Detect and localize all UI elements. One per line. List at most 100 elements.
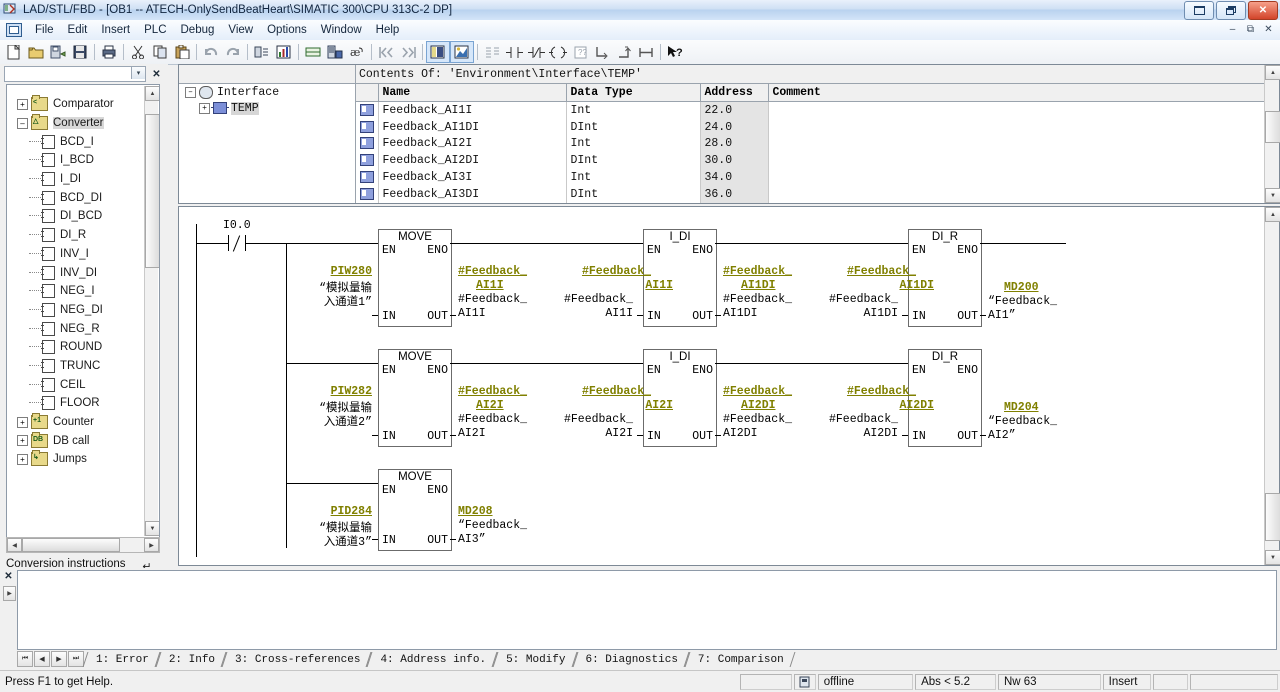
expand-icon[interactable]: + <box>17 417 28 428</box>
minimize-button[interactable] <box>1184 1 1214 20</box>
tab-comparison[interactable]: 7: Comparison <box>687 652 793 667</box>
declaration-cell-address[interactable]: 34.0 <box>700 169 768 186</box>
cut-icon[interactable] <box>127 42 149 62</box>
scroll-thumb[interactable] <box>1265 111 1280 143</box>
network-comment-icon[interactable] <box>481 42 503 62</box>
ladder-canvas[interactable]: I0.0 MOVEENENOINOUTPIW280“模拟量输入通道1”#Feed… <box>179 207 1265 565</box>
instruction-tree-item-neg-i[interactable]: NEG_I <box>7 282 145 301</box>
output-expand-button[interactable]: ▶ <box>3 586 16 601</box>
declaration-cell-name[interactable]: Feedback_AI3I <box>378 169 566 186</box>
ladder-block-move[interactable]: MOVEENENOINOUT <box>378 229 452 327</box>
instruction-tree-item-db-call[interactable]: +DBDB call <box>7 431 145 450</box>
contact-i00[interactable] <box>228 235 246 252</box>
save-icon[interactable] <box>69 42 91 62</box>
col-comment[interactable]: Comment <box>768 84 1265 102</box>
interface-tree[interactable]: – Interface + TEMP <box>179 65 356 203</box>
menu-item-plc[interactable]: PLC <box>137 22 173 38</box>
instruction-tree-item-i-bcd[interactable]: I_BCD <box>7 151 145 170</box>
ladder-block-idi[interactable]: I_DIENENOINOUT <box>643 349 717 447</box>
output-coil-icon[interactable] <box>547 42 569 62</box>
instruction-tree-item-neg-di[interactable]: NEG_DI <box>7 301 145 320</box>
ladder-vscrollbar[interactable]: ▲ ▼ <box>1264 207 1279 565</box>
interface-tree-row-interface[interactable]: – Interface <box>179 84 355 100</box>
declaration-vscrollbar[interactable]: ▲ ▼ <box>1264 65 1279 203</box>
scroll-up-icon[interactable]: ▲ <box>1265 207 1280 222</box>
instruction-tree-item-floor[interactable]: FLOOR <box>7 394 145 413</box>
declaration-row[interactable]: Feedback_AI2DIDInt30.0 <box>356 152 1265 169</box>
scroll-down-icon[interactable]: ▼ <box>1265 550 1280 565</box>
declaration-cell-comment[interactable] <box>768 119 1265 136</box>
scroll-down-icon[interactable]: ▼ <box>145 521 160 536</box>
undo-icon[interactable] <box>200 42 222 62</box>
instruction-tree-hscrollbar[interactable]: ◀ ▶ <box>6 537 160 553</box>
program-elements-combo[interactable]: ▾ <box>4 66 146 82</box>
declaration-cell-data-type[interactable]: Int <box>566 102 700 119</box>
tab-cross-references[interactable]: 3: Cross-references <box>224 652 369 667</box>
tab-error[interactable]: 1: Error <box>85 652 158 667</box>
declaration-cell-comment[interactable] <box>768 169 1265 186</box>
ladder-block-idi[interactable]: I_DIENENOINOUT <box>643 229 717 327</box>
hscroll-thumb[interactable] <box>22 538 120 552</box>
col-address[interactable]: Address <box>700 84 768 102</box>
redo-icon[interactable] <box>222 42 244 62</box>
instruction-tree-item-converter[interactable]: –△Converter <box>7 114 145 133</box>
col-data-type[interactable]: Data Type <box>566 84 700 102</box>
toggle-symbol-icon[interactable] <box>450 41 474 63</box>
monitor-variable-icon[interactable] <box>273 42 295 62</box>
program-elements-icon[interactable] <box>324 42 346 62</box>
copy-icon[interactable] <box>149 42 171 62</box>
insert-network-icon[interactable] <box>302 42 324 62</box>
instruction-tree-item-inv-i[interactable]: INV_I <box>7 245 145 264</box>
collapse-icon[interactable]: – <box>17 118 28 129</box>
output-content[interactable] <box>17 570 1277 650</box>
instruction-tree-item-bcd-i[interactable]: BCD_I <box>7 132 145 151</box>
tab-last-button[interactable]: ⏭ <box>68 651 84 667</box>
mdi-restore-button[interactable]: ⧉ <box>1243 22 1258 36</box>
scroll-thumb[interactable] <box>1265 493 1280 541</box>
menu-item-file[interactable]: File <box>28 22 61 38</box>
expand-icon[interactable]: + <box>17 99 28 110</box>
declaration-cell-address[interactable]: 24.0 <box>700 119 768 136</box>
instruction-tree-item-trunc[interactable]: TRUNC <box>7 357 145 376</box>
declaration-cell-comment[interactable] <box>768 152 1265 169</box>
tab-info[interactable]: 2: Info <box>158 652 224 667</box>
expand-icon[interactable]: + <box>199 103 210 114</box>
declaration-cell-address[interactable]: 22.0 <box>700 102 768 119</box>
declaration-cell-data-type[interactable]: DInt <box>566 186 700 203</box>
new-icon[interactable] <box>3 42 25 62</box>
instruction-tree-item-neg-r[interactable]: NEG_R <box>7 319 145 338</box>
normally-open-contact-icon[interactable] <box>503 42 525 62</box>
instruction-tree-item-comparator[interactable]: +<Comparator <box>7 95 145 114</box>
paste-icon[interactable] <box>171 42 193 62</box>
tab-modify[interactable]: 5: Modify <box>495 652 574 667</box>
instruction-tree[interactable]: +<Comparator–△ConverterBCD_II_BCDI_DIBCD… <box>6 84 160 538</box>
open-icon[interactable] <box>25 42 47 62</box>
scroll-thumb[interactable] <box>145 114 160 268</box>
menu-item-help[interactable]: Help <box>369 22 407 38</box>
declaration-row[interactable]: Feedback_AI1IInt22.0 <box>356 102 1265 119</box>
menu-item-insert[interactable]: Insert <box>94 22 137 38</box>
declaration-cell-data-type[interactable]: Int <box>566 169 700 186</box>
chevron-down-icon[interactable]: ▾ <box>131 67 145 79</box>
declaration-row[interactable]: Feedback_AI1DIDInt24.0 <box>356 119 1265 136</box>
declaration-row[interactable]: Feedback_AI3IInt34.0 <box>356 169 1265 186</box>
collapse-icon[interactable]: – <box>185 87 196 98</box>
branch-open-icon[interactable] <box>591 42 613 62</box>
normally-closed-contact-icon[interactable] <box>525 42 547 62</box>
declaration-row[interactable]: Feedback_AI2IInt28.0 <box>356 136 1265 153</box>
col-icon[interactable] <box>356 84 378 102</box>
declaration-cell-comment[interactable] <box>768 102 1265 119</box>
instruction-tree-item-di-r[interactable]: DI_R <box>7 226 145 245</box>
interface-tree-row-temp[interactable]: + TEMP <box>179 100 355 116</box>
declaration-cell-data-type[interactable]: Int <box>566 136 700 153</box>
col-name[interactable]: Name <box>378 84 566 102</box>
symbol-information-icon[interactable]: æ <box>346 42 368 62</box>
previous-error-icon[interactable] <box>375 42 397 62</box>
declaration-cell-comment[interactable] <box>768 136 1265 153</box>
instruction-tree-item-bcd-di[interactable]: BCD_DI <box>7 188 145 207</box>
declaration-cell-data-type[interactable]: DInt <box>566 152 700 169</box>
declaration-cell-address[interactable]: 28.0 <box>700 136 768 153</box>
close-button[interactable]: ✕ <box>1248 1 1278 20</box>
declaration-cell-data-type[interactable]: DInt <box>566 119 700 136</box>
tab-diagnostics[interactable]: 6: Diagnostics <box>575 652 687 667</box>
